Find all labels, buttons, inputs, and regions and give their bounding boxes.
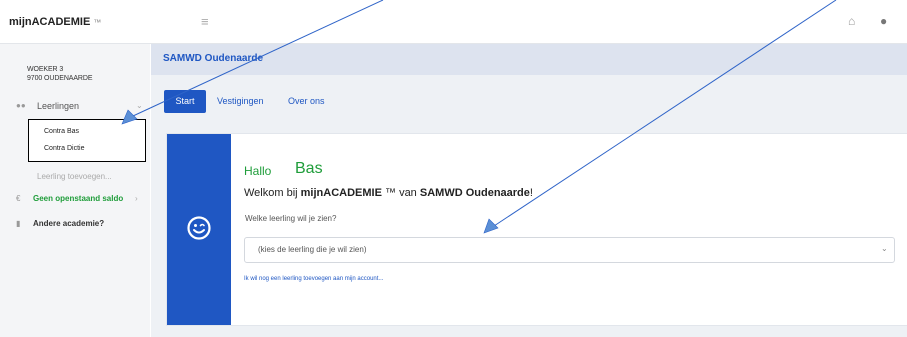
- add-student-link[interactable]: Leerling toevoegen...: [37, 172, 112, 181]
- user-icon[interactable]: ●: [880, 14, 887, 28]
- tab-over-ons[interactable]: Over ons: [288, 96, 325, 106]
- student-submenu: Contra Bas Contra Dictie: [28, 119, 146, 162]
- page-header: SAMWD Oudenaarde: [151, 44, 907, 75]
- sidebar-item-label: Andere academie?: [33, 219, 105, 228]
- card-accent-strip: [167, 134, 231, 325]
- welcome-text: Welkom bij mijnACADEMIE ™ van SAMWD Oude…: [244, 187, 533, 199]
- chevron-right-icon: ›: [135, 194, 138, 203]
- euro-icon: €: [16, 194, 21, 203]
- brand-logo[interactable]: mijnACADEMIE ™: [9, 16, 101, 28]
- home-icon[interactable]: ⌂: [848, 14, 855, 28]
- top-navbar: mijnACADEMIE ™ ≡ ⌂ ●: [0, 0, 907, 44]
- tab-vestigingen[interactable]: Vestigingen: [217, 96, 264, 106]
- add-student-account-link[interactable]: Ik wil nog een leerling toevoegen aan mi…: [244, 276, 383, 282]
- building-icon: ▮: [16, 219, 21, 228]
- address-line-2: 9700 OUDENAARDE: [27, 75, 93, 82]
- student-select-value: (kies de leerling die je wil zien): [258, 245, 367, 254]
- sidebar-item-student[interactable]: Contra Dictie: [44, 145, 84, 152]
- greeting-name: Bas: [295, 160, 323, 177]
- hamburger-icon[interactable]: ≡: [201, 14, 209, 29]
- welcome-card: Hallo Bas Welkom bij mijnACADEMIE ™ van …: [166, 133, 907, 326]
- greeting: Hallo: [244, 164, 272, 178]
- address-line-1: WOEKER 3: [27, 66, 64, 73]
- sidebar-item-label: Geen openstaand saldo: [33, 194, 124, 203]
- tab-bar: Start Vestigingen Over ons: [151, 75, 907, 131]
- smile-icon: [187, 216, 211, 240]
- sidebar-item-saldo[interactable]: € Geen openstaand saldo ›: [0, 194, 150, 208]
- page-title: SAMWD Oudenaarde: [163, 53, 264, 64]
- student-select[interactable]: (kies de leerling die je wil zien) ⌄: [244, 237, 895, 263]
- sidebar-item-andere-academie[interactable]: ▮ Andere academie?: [0, 219, 150, 233]
- chevron-down-icon: ⌄: [881, 244, 888, 253]
- tab-start[interactable]: Start: [164, 90, 206, 113]
- users-icon: ●●: [16, 101, 26, 110]
- sidebar-item-student[interactable]: Contra Bas: [44, 128, 79, 135]
- sidebar-item-label: Leerlingen: [37, 101, 80, 111]
- sidebar-item-leerlingen[interactable]: ●● Leerlingen ⌄: [0, 101, 150, 115]
- chevron-down-icon: ⌄: [136, 101, 143, 110]
- sidebar: WOEKER 3 9700 OUDENAARDE ●● Leerlingen ⌄…: [0, 44, 150, 337]
- student-question: Welke leerling wil je zien?: [245, 214, 337, 223]
